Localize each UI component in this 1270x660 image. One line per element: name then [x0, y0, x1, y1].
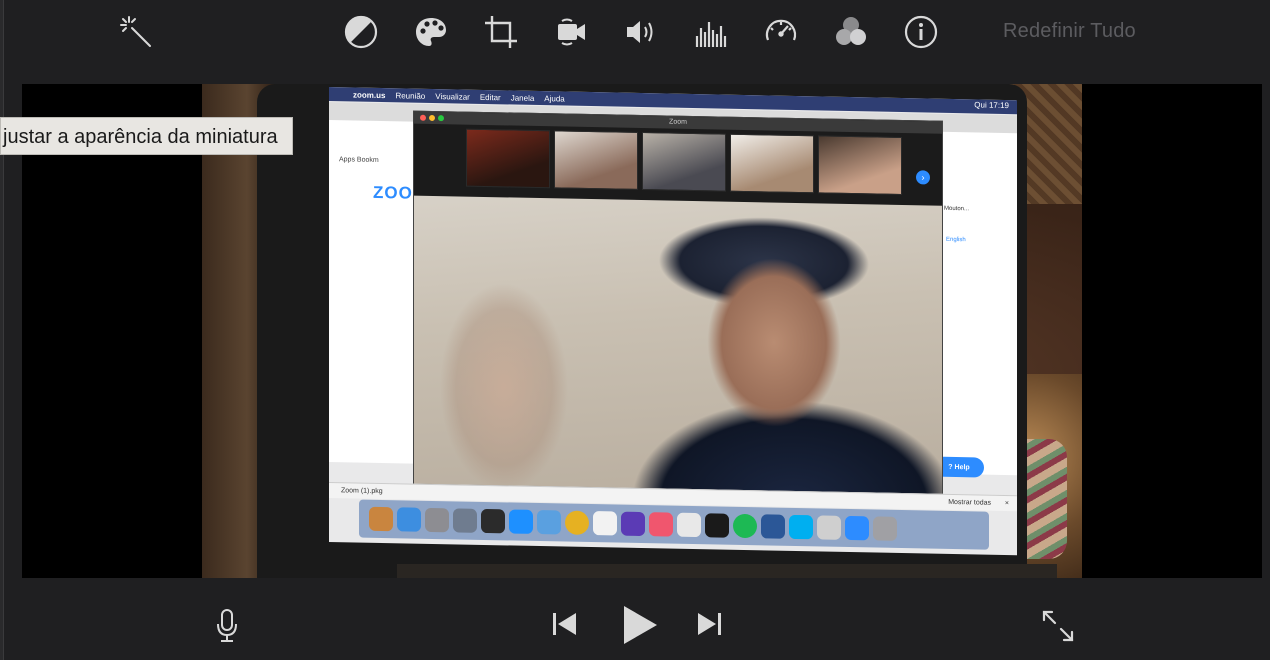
menubar-item: Visualizar [435, 91, 470, 102]
dock-icon [537, 509, 561, 535]
active-speaker-video [414, 195, 942, 494]
color-palette-icon[interactable] [411, 12, 451, 52]
menubar-clock: Qui 17:19 [974, 100, 1009, 111]
participant-thumbnail [818, 135, 902, 196]
video-viewer[interactable]: zoom.us Reunião Visualizar Editar Janela… [22, 84, 1262, 578]
menubar-item: Reunião [395, 90, 426, 101]
video-frame: zoom.us Reunião Visualizar Editar Janela… [202, 84, 1082, 578]
dock-icon [509, 509, 533, 534]
dock-icon [733, 513, 757, 539]
adjustment-toolbar: Redefinir Tudo [0, 0, 1270, 70]
participant-thumbnail [466, 128, 550, 189]
playback-controls [0, 580, 1270, 660]
participant-thumbnail [554, 130, 638, 190]
dock-icon [565, 510, 589, 535]
magic-wand-icon[interactable] [116, 12, 156, 52]
dock-icon [425, 507, 449, 533]
download-file: Zoom (1).pkg [341, 487, 383, 496]
skip-back-icon[interactable] [546, 606, 582, 642]
speedometer-icon[interactable] [761, 12, 801, 52]
participant-strip [466, 128, 902, 196]
clip-filter-icon[interactable] [831, 12, 871, 52]
dock-icon [873, 516, 897, 541]
laptop-screen: zoom.us Reunião Visualizar Editar Janela… [329, 87, 1017, 556]
window-edge [0, 0, 4, 660]
language-link: English [946, 236, 966, 244]
show-all-link: Mostrar todas [948, 498, 991, 507]
participant-thumbnail [642, 132, 726, 192]
zoom-window-title: Zoom [669, 118, 687, 126]
info-icon[interactable] [901, 12, 941, 52]
video-stabilization-icon[interactable] [551, 12, 591, 52]
play-icon[interactable] [614, 600, 664, 650]
dock-icon [677, 512, 701, 538]
dock-icon [761, 514, 785, 539]
fullscreen-icon[interactable] [1038, 606, 1078, 646]
dock-icon [369, 506, 393, 532]
laptop: zoom.us Reunião Visualizar Editar Janela… [257, 84, 1057, 578]
volume-icon[interactable] [621, 12, 661, 52]
bookmarks-bar: Apps Bookm [339, 156, 379, 164]
zoom-logo: ZOO [373, 182, 413, 203]
dock-icon [453, 508, 477, 533]
menubar-item: Ajuda [544, 93, 565, 104]
dock-icon [593, 511, 617, 536]
menubar-app: zoom.us [353, 89, 386, 100]
color-balance-icon[interactable] [341, 12, 381, 52]
menubar-item: Janela [510, 92, 535, 103]
thumbnail-tooltip: justar a aparência da miniatura [0, 117, 293, 155]
dock-icon [481, 508, 505, 534]
dock-icon [705, 513, 729, 538]
close-icon: × [1004, 499, 1009, 508]
participant-thumbnail [730, 133, 814, 194]
zoom-meeting-window: Zoom › [413, 110, 943, 494]
next-page-icon: › [916, 170, 930, 185]
dock-icon [789, 514, 813, 540]
dock-icon [845, 515, 869, 541]
equalizer-icon[interactable] [691, 12, 731, 52]
reset-all-button[interactable]: Redefinir Tudo [1003, 20, 1136, 43]
dock-icon [397, 507, 421, 532]
menubar-item: Editar [479, 92, 501, 102]
window-controls [420, 114, 444, 122]
dock-icon [649, 512, 673, 537]
crop-icon[interactable] [481, 12, 521, 52]
dock-icon [621, 511, 645, 537]
side-text: Mouton... [944, 205, 970, 213]
help-label: Help [954, 463, 970, 471]
dock-icon [817, 515, 841, 540]
skip-forward-icon[interactable] [692, 606, 728, 642]
microphone-icon[interactable] [210, 604, 244, 648]
laptop-base [397, 564, 1057, 578]
